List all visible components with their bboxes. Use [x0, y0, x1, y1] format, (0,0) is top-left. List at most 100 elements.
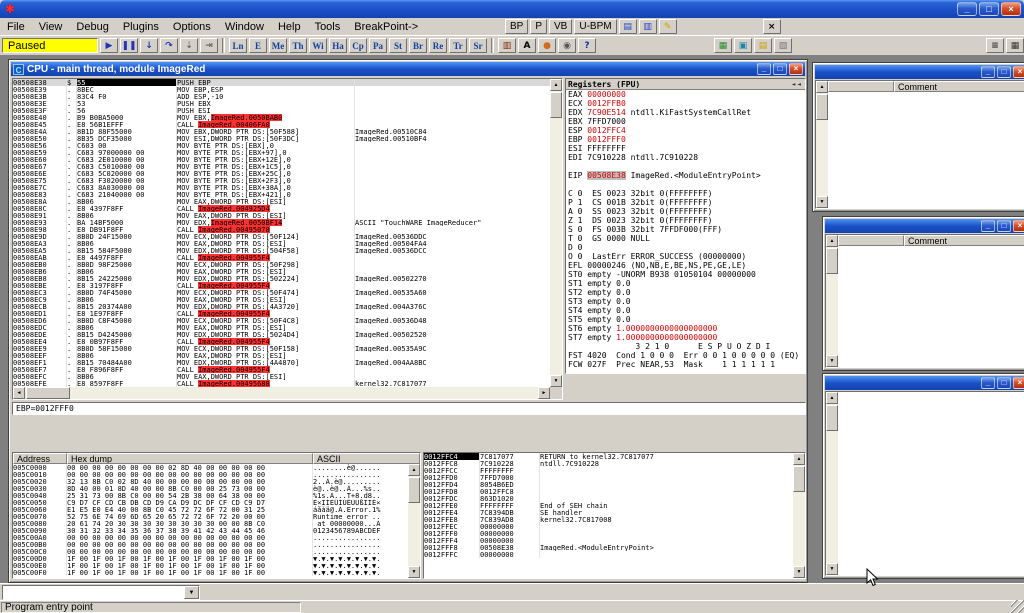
menu-item-file[interactable]: File — [0, 19, 32, 35]
register-line[interactable]: D 0 — [566, 243, 805, 252]
toolbar-letter-tr[interactable]: Tr — [449, 38, 467, 53]
disasm-row[interactable]: 00508E6E.C683 5C020000 00MOV BYTE PTR DS… — [13, 170, 550, 177]
disasm-row[interactable]: 00508E45.E8 56B1EFFFCALL ImageRed.00406F… — [13, 121, 550, 128]
register-line[interactable]: ST0 empty -UNORM B938 01050104 00000000 — [566, 270, 805, 279]
disasm-row[interactable]: 00508E4A.8B1D 88F55000MOV EBX,DWORD PTR … — [13, 128, 550, 135]
toolbar-letter-me[interactable]: Me — [269, 38, 287, 53]
menu-item-tools[interactable]: Tools — [308, 19, 348, 35]
win2-minimize-button[interactable]: _ — [981, 220, 995, 232]
register-line[interactable]: ST4 empty 0.0 — [566, 306, 805, 315]
scroll-thumb[interactable] — [408, 477, 420, 503]
disasm-row[interactable]: 00508E93.BA 14BF5000MOV EDX,ImageRed.005… — [13, 219, 550, 226]
cpu-restore-button[interactable]: □ — [773, 63, 787, 75]
dump-row[interactable]: 005C009030 31 32 33 34 35 36 37 38 39 41… — [13, 527, 408, 534]
stack-row[interactable]: 0012FFE0FFFFFFFFEnd of SEH chain — [424, 502, 793, 509]
register-line[interactable]: T 0 GS 0000 NULL — [566, 234, 805, 243]
scroll-track[interactable] — [826, 404, 838, 563]
dump-header-address[interactable]: Address — [13, 453, 67, 464]
toolbar-button-vb[interactable]: VB — [549, 19, 572, 34]
disasm-vscrollbar[interactable]: ▲▼ — [550, 79, 562, 387]
disasm-row[interactable]: 00508EFC.8B06MOV EAX,DWORD PTR DS:[ESI] — [13, 373, 550, 380]
scroll-left-arrow-icon[interactable]: ◄ — [13, 387, 25, 399]
command-combobox[interactable]: ▼ — [2, 585, 200, 600]
resize-grip[interactable] — [1011, 600, 1024, 613]
win3-restore-button[interactable]: □ — [997, 377, 1011, 389]
menu-item-help[interactable]: Help — [271, 19, 308, 35]
combo-dropdown-icon[interactable]: ▼ — [184, 586, 199, 599]
dump-row[interactable]: 005C00E01F 00 1F 00 1F 00 1F 00 1F 00 1F… — [13, 562, 408, 569]
disasm-row[interactable]: 00508E3F.56PUSH ESI — [13, 107, 550, 114]
dump-row[interactable]: 005C00308D 40 00 01 8D 40 00 00 8B C0 00… — [13, 485, 408, 492]
toolbar-letter-th[interactable]: Th — [289, 38, 307, 53]
dump-vscrollbar[interactable]: ▲▼ — [408, 464, 420, 578]
dump-row[interactable]: 005C001000 00 00 00 00 00 00 00 00 00 00… — [13, 471, 408, 478]
toolbar-button-ubpm[interactable]: U-BPM — [574, 19, 616, 34]
scroll-track[interactable] — [793, 465, 805, 566]
register-line[interactable]: FST 4020 Cond 1 0 0 0 Err 0 0 1 0 0 0 0 … — [566, 351, 805, 360]
scroll-down-arrow-icon[interactable]: ▼ — [826, 563, 838, 575]
minimize-button[interactable]: _ — [957, 2, 977, 16]
help-icon[interactable]: ? — [578, 38, 596, 53]
breakpoint-icon[interactable]: ● — [538, 38, 556, 53]
register-line[interactable] — [566, 180, 805, 189]
dump-row[interactable]: 005C00C000 00 00 00 00 00 00 00 00 00 00… — [13, 548, 408, 555]
step-into-icon[interactable]: ↓ — [140, 38, 158, 53]
stack-row[interactable]: 0012FFDC863D1020 — [424, 495, 793, 502]
register-line[interactable]: EDX 7C90E514 ntdll.KiFastSystemCallRet — [566, 108, 805, 117]
disasm-row[interactable]: 00508EB8.8B15 24225000MOV EDX,DWORD PTR … — [13, 275, 550, 282]
cpu-window-icon[interactable]: ▣ — [734, 38, 752, 53]
window-3-titlebar[interactable]: _ □ × — [825, 376, 1024, 390]
disasm-row[interactable]: 00508EFE.E8 8597F8FFCALL ImageRed.004956… — [13, 380, 550, 387]
dump-row[interactable]: 005C004025 31 73 00 8B C0 00 00 54 2B 38… — [13, 492, 408, 499]
register-line[interactable]: ST2 empty 0.0 — [566, 288, 805, 297]
disasm-row[interactable]: 00508EF7.E8 F896F8FFCALL ImageRed.004955… — [13, 366, 550, 373]
register-line[interactable]: 3 2 1 0 E S P U O Z D I — [566, 342, 805, 351]
disasm-row[interactable]: 00508EC3.8B0D 74F45000MOV ECX,DWORD PTR … — [13, 289, 550, 296]
win3-minimize-button[interactable]: _ — [981, 377, 995, 389]
register-line[interactable]: P 1 CS 001B 32bit 0(FFFFFFFF) — [566, 198, 805, 207]
scroll-up-arrow-icon[interactable]: ▲ — [826, 392, 838, 404]
win2-close-button[interactable]: × — [1013, 220, 1024, 232]
toolbar-letter-wi[interactable]: Wi — [309, 38, 327, 53]
disasm-row[interactable]: 00508E75.C683 F3020000 00MOV BYTE PTR DS… — [13, 177, 550, 184]
scroll-down-arrow-icon[interactable]: ▼ — [816, 196, 828, 208]
stack-row[interactable]: 0012FFF800508E38ImageRed.<ModuleEntryPoi… — [424, 544, 793, 551]
register-line[interactable]: FCW 027F Prec NEAR,53 Mask 1 1 1 1 1 1 — [566, 360, 805, 369]
disasm-row[interactable]: 00508ED1.E8 1E97F8FFCALL ImageRed.004955… — [13, 310, 550, 317]
toolbar-letter-br[interactable]: Br — [409, 38, 427, 53]
disasm-row[interactable]: 00508E3E.53PUSH EBX — [13, 100, 550, 107]
disasm-row[interactable]: 00508E67.C683 C5010000 00MOV BYTE PTR DS… — [13, 163, 550, 170]
register-line[interactable]: S 0 FS 003B 32bit 7FFDF000(FFF) — [566, 225, 805, 234]
scroll-down-arrow-icon[interactable]: ▼ — [826, 355, 838, 367]
scroll-down-arrow-icon[interactable]: ▼ — [793, 566, 805, 578]
register-line[interactable]: ECX 0012FFB0 — [566, 99, 805, 108]
toolbar-letter-e[interactable]: E — [249, 38, 267, 53]
stack-row[interactable]: 0012FFE87C839AD8kernel32.7C817008 — [424, 516, 793, 523]
register-line[interactable]: EFL 00000246 (NO,NB,E,BE,NS,PE,GE,LE) — [566, 261, 805, 270]
disasm-row[interactable]: 00508EC9.8B06MOV EAX,DWORD PTR DS:[ESI] — [13, 296, 550, 303]
stack-row[interactable]: 0012FFC87C910228ntdll.7C910228 — [424, 460, 793, 467]
tile-icon[interactable]: ▦ — [1006, 38, 1024, 53]
dump-row[interactable]: 005C0050C9 D7 CF CD CB DB CD D9 CA D9 DC… — [13, 499, 408, 506]
dump-row[interactable]: 005C00F01F 00 1F 00 1F 00 1F 00 1F 00 1F… — [13, 569, 408, 576]
dump-row[interactable]: 005C00B000 00 00 00 00 00 00 00 00 00 00… — [13, 541, 408, 548]
app-icon[interactable]: ✱ — [3, 2, 17, 16]
stack-row[interactable]: 0012FFF400000000 — [424, 537, 793, 544]
register-line[interactable]: EIP 00508E38 ImageRed.<ModuleEntryPoint> — [566, 171, 805, 180]
disasm-row[interactable]: 00508EA5.8B15 584F5000MOV EDX,DWORD PTR … — [13, 247, 550, 254]
win3-vscrollbar[interactable]: ▲▼ — [826, 392, 838, 575]
register-line[interactable]: Z 1 DS 0023 32bit 0(FFFFFFFF) — [566, 216, 805, 225]
registers-next-button[interactable]: ◄ — [797, 81, 803, 88]
comment-window-2-titlebar[interactable]: _ □ × — [825, 219, 1024, 233]
register-line[interactable] — [566, 162, 805, 171]
disasm-row[interactable]: 00508E59.C683 97000000 00MOV BYTE PTR DS… — [13, 149, 550, 156]
menu-item-window[interactable]: Window — [218, 19, 271, 35]
memory-map-icon[interactable]: ▦ — [714, 38, 732, 53]
register-line[interactable]: EDI 7C910228 ntdll.7C910228 — [566, 153, 805, 162]
disasm-row[interactable]: 00508E39.8BECMOV EBP,ESP — [13, 86, 550, 93]
win1-minimize-button[interactable]: _ — [981, 66, 995, 78]
disasm-hscrollbar[interactable]: ◄► — [13, 387, 550, 399]
dump-row[interactable]: 005C007052 75 6E 74 69 6D 65 20 65 72 72… — [13, 513, 408, 520]
disasm-row[interactable]: 00508EBE.E8 3197F8FFCALL ImageRed.004955… — [13, 282, 550, 289]
stack-row[interactable]: 0012FFEC00000000 — [424, 523, 793, 530]
